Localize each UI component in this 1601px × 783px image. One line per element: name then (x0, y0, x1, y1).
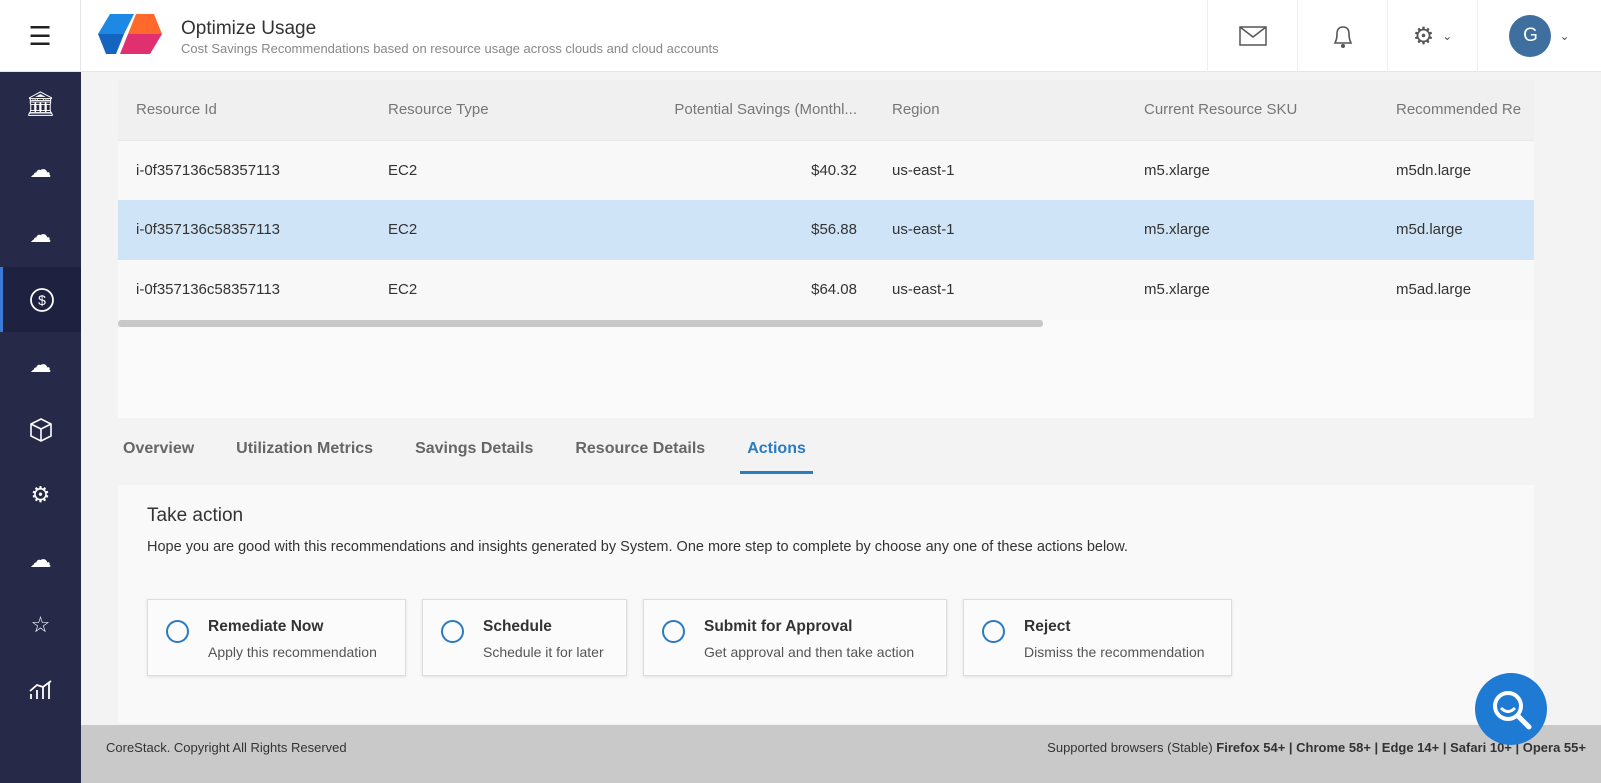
cell-resource-type: EC2 (388, 162, 418, 179)
cube-icon[interactable] (0, 397, 81, 462)
bank-icon[interactable]: 🏛 (0, 72, 81, 137)
cell-resource-id: i-0f357136c58357113 (136, 162, 281, 179)
corestack-logo (98, 14, 162, 54)
radio-button[interactable] (441, 620, 464, 643)
option-remediate-now[interactable]: Remediate Now Apply this recommendation (147, 599, 406, 676)
chart-icon[interactable] (0, 657, 81, 722)
radio-button[interactable] (662, 620, 685, 643)
mail-icon[interactable] (1207, 0, 1297, 72)
cloud-settings-icon[interactable]: ☁ (0, 202, 81, 267)
chevron-down-icon: ⌄ (1442, 29, 1453, 43)
column-header[interactable]: Potential Savings (Monthl... (674, 80, 857, 140)
cell-resource-type: EC2 (388, 221, 418, 238)
option-submit-for-approval[interactable]: Submit for Approval Get approval and the… (643, 599, 947, 676)
table-row-selected[interactable]: i-0f357136c58357113 EC2 $56.88 us-east-1… (118, 200, 1534, 260)
cell-savings: $40.32 (811, 162, 857, 179)
table-row[interactable]: i-0f357136c58357113 EC2 $40.32 us-east-1… (118, 140, 1534, 200)
option-schedule[interactable]: Schedule Schedule it for later (422, 599, 627, 676)
page-subtitle: Cost Savings Recommendations based on re… (181, 41, 719, 56)
column-header[interactable]: Region (892, 80, 940, 140)
menu-icon[interactable]: ☰ (0, 0, 81, 72)
bell-icon[interactable] (1297, 0, 1387, 72)
cell-region: us-east-1 (892, 162, 955, 179)
cloud-users-icon[interactable]: ☁ (0, 527, 81, 592)
cell-resource-id: i-0f357136c58357113 (136, 221, 281, 238)
gear-icon: ⚙ (1412, 22, 1435, 50)
svg-text:$: $ (38, 292, 46, 308)
recommendations-table: Resource Id Resource Type Potential Savi… (118, 80, 1534, 418)
cell-resource-type: EC2 (388, 281, 418, 298)
panel-description: Hope you are good with this recommendati… (147, 539, 1128, 555)
cell-savings: $64.08 (811, 281, 857, 298)
star-icon[interactable]: ☆ (0, 592, 81, 657)
option-description: Schedule it for later (483, 644, 604, 660)
panel-title: Take action (147, 505, 244, 526)
cell-recommended: m5dn.large (1396, 162, 1472, 179)
option-label: Schedule (483, 618, 552, 635)
column-header[interactable]: Recommended Re (1396, 80, 1521, 140)
cell-region: us-east-1 (892, 281, 955, 298)
tab-overview[interactable]: Overview (123, 440, 194, 474)
chevron-down-icon: ⌄ (1559, 29, 1570, 43)
tab-actions[interactable]: Actions (740, 440, 813, 474)
option-label: Remediate Now (208, 618, 324, 635)
top-header: ☰ Optimize Usage Cost Savings Recommenda… (0, 0, 1601, 72)
tab-savings-details[interactable]: Savings Details (415, 440, 533, 474)
actions-panel: Take action Hope you are good with this … (118, 485, 1534, 723)
page-title: Optimize Usage (181, 18, 317, 39)
settings-menu[interactable]: ⚙ ⌄ (1387, 0, 1477, 72)
search-fab[interactable] (1475, 673, 1547, 745)
horizontal-scrollbar[interactable] (118, 320, 1043, 327)
cell-savings: $56.88 (811, 221, 857, 238)
browsers-prefix: Supported browsers (Stable) (1047, 740, 1213, 755)
footer: CoreStack. Copyright All Rights Reserved… (81, 725, 1601, 783)
browsers-list: Firefox 54+ | Chrome 58+ | Edge 14+ | Sa… (1216, 740, 1586, 755)
table-header: Resource Id Resource Type Potential Savi… (118, 80, 1534, 140)
gear-cycle-icon[interactable]: ⚙ (0, 462, 81, 527)
avatar: G (1509, 15, 1552, 57)
column-header[interactable]: Resource Type (388, 80, 489, 140)
user-menu[interactable]: G ⌄ (1477, 0, 1601, 72)
column-header[interactable]: Resource Id (136, 80, 217, 140)
cell-recommended: m5ad.large (1396, 281, 1472, 298)
cell-current-sku: m5.xlarge (1144, 221, 1210, 238)
copyright: CoreStack. Copyright All Rights Reserved (106, 740, 347, 755)
radio-button[interactable] (982, 620, 1005, 643)
option-label: Reject (1024, 618, 1071, 635)
option-reject[interactable]: Reject Dismiss the recommendation (963, 599, 1232, 676)
cell-current-sku: m5.xlarge (1144, 281, 1210, 298)
column-header[interactable]: Current Resource SKU (1144, 80, 1297, 140)
tab-utilization-metrics[interactable]: Utilization Metrics (236, 440, 373, 474)
option-label: Submit for Approval (704, 618, 853, 635)
dollar-icon[interactable]: $ (0, 267, 81, 332)
cell-current-sku: m5.xlarge (1144, 162, 1210, 179)
sidebar: 🏛 ☁ ☁ $ ☁ ⚙ ☁ ☆ (0, 72, 81, 783)
cell-region: us-east-1 (892, 221, 955, 238)
option-description: Get approval and then take action (704, 644, 915, 660)
cell-resource-id: i-0f357136c58357113 (136, 281, 281, 298)
option-description: Dismiss the recommendation (1024, 644, 1205, 660)
option-description: Apply this recommendation (208, 644, 377, 660)
cloud-network-icon[interactable]: ☁ (0, 137, 81, 202)
table-row[interactable]: i-0f357136c58357113 EC2 $64.08 us-east-1… (118, 260, 1534, 320)
cell-recommended: m5d.large (1396, 221, 1463, 238)
radio-button[interactable] (166, 620, 189, 643)
detail-tabs: Overview Utilization Metrics Savings Det… (123, 440, 855, 474)
cloud-lock-icon[interactable]: ☁ (0, 332, 81, 397)
search-icon (1493, 691, 1532, 730)
tab-resource-details[interactable]: Resource Details (575, 440, 705, 474)
